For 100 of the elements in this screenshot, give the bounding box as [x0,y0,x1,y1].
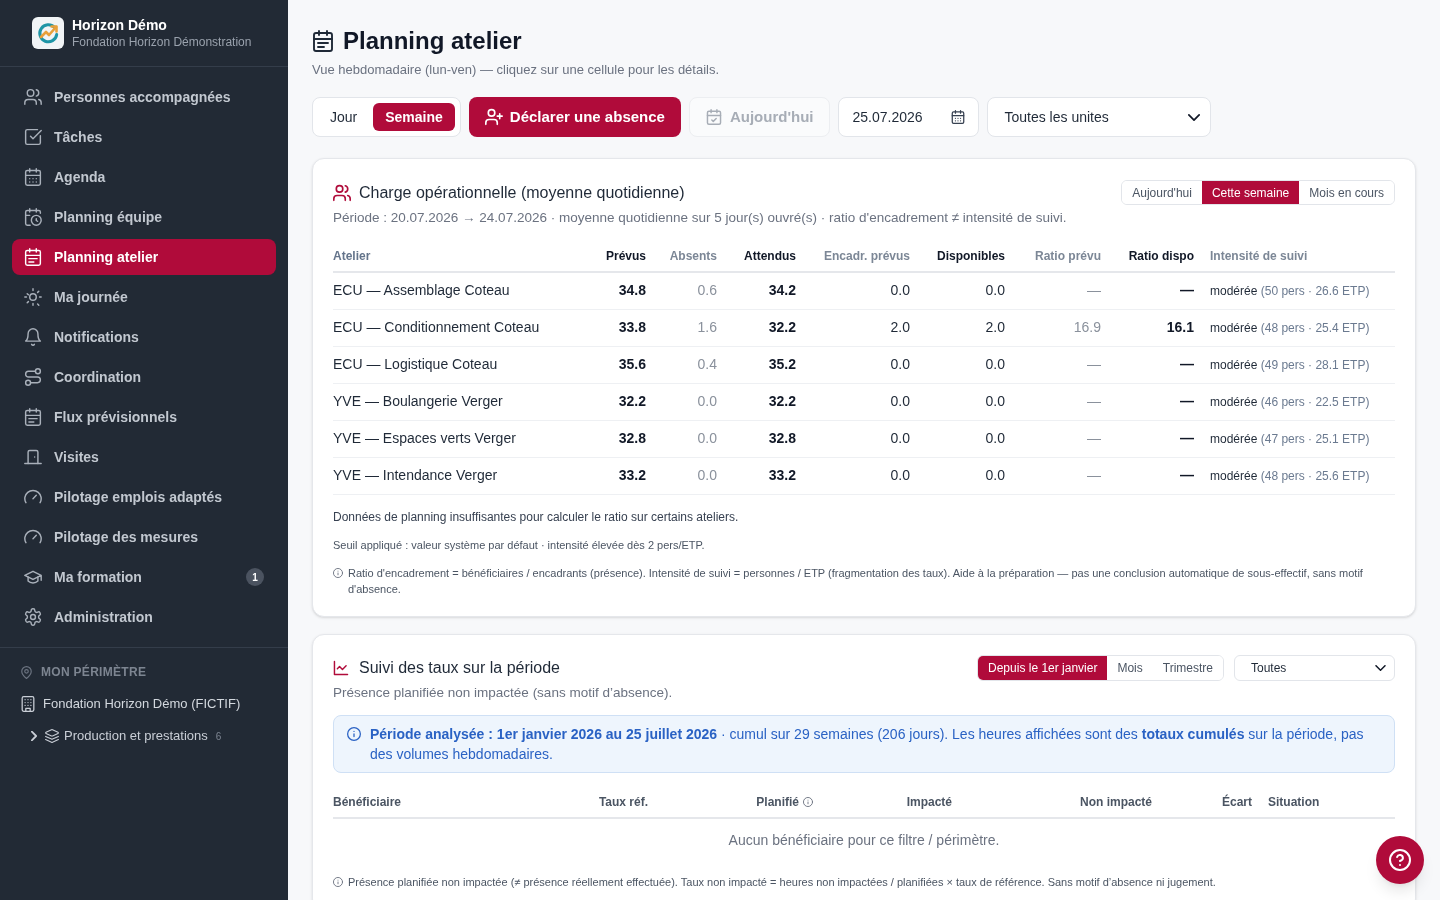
column-header: Intensité de suivi [1202,240,1395,272]
table-cell: 0.0 [918,383,1013,420]
nav-item[interactable]: Planning équipe [12,199,276,235]
calendar-icon [24,408,42,426]
help-icon [1389,849,1411,871]
brand-title: Horizon Démo [72,16,168,34]
table-cell: — [1109,272,1202,309]
table-cell: — [1013,457,1109,494]
nav-item[interactable]: Tâches [12,119,276,155]
period-tab[interactable]: Depuis le 1er janvier [978,655,1108,680]
view-tab[interactable]: Semaine [373,103,455,131]
table-cell: — [1013,383,1109,420]
table-cell: 16.9 [1013,309,1109,346]
date-field[interactable]: 25.07.2026 [838,97,980,137]
range-tab[interactable]: Cette semaine [1201,181,1300,204]
column-header: Atelier [333,240,584,272]
table-cell: 2.0 [804,309,918,346]
banner-text: Période analysée : 1er janvier 2026 au 25 juillet 2026 · cumul sur 29 semaines (206 jours). Les heures affichées sont des totaux cumulés sur la période, pas des volumes hebdomadaires. [370,724,1365,764]
unit-label[interactable]: Production et prestations [64,726,208,746]
app-logo [32,17,64,49]
nav-item[interactable]: Personnes accompagnées [12,79,276,115]
chevron-down-icon [1375,664,1386,671]
table-cell: modérée (47 pers · 25.1 ETP) [1202,420,1395,457]
nav-item[interactable]: Planning atelier [12,239,276,275]
info-icon [333,567,343,578]
table-cell: 0.0 [804,272,918,309]
unit-count: 6 [215,729,222,744]
table-cell: 33.2 [725,457,804,494]
table-cell: YVE — Intendance Verger [333,457,584,494]
card-title: Charge opérationnelle (moyenne quotidienne) [359,182,685,203]
nav-item[interactable]: Ma formation 1 [12,559,276,595]
table-cell: — [1109,457,1202,494]
page-title: Planning atelier [343,26,522,56]
table-cell: 0.0 [654,383,725,420]
table-cell: 35.2 [725,346,804,383]
table-cell: 1.6 [654,309,725,346]
table-cell: 32.8 [584,420,654,457]
info-icon [333,876,343,887]
column-header: Bénéficiaire [333,795,402,809]
table-cell: 0.4 [654,346,725,383]
table-cell: modérée (48 pers · 25.6 ETP) [1202,457,1395,494]
column-header: Planifié [756,795,799,809]
unit-select[interactable]: Toutes les unites [987,97,1212,137]
section-heading: MON PÉRIMÈTRE [41,663,147,681]
map-pin-icon [20,665,33,679]
filter-select[interactable]: Toutes [1234,654,1395,681]
column-header: Non impacté [1080,795,1152,809]
calendar-icon [24,168,42,186]
organization-name: Fondation Horizon Démo (FICTIF) [43,695,241,714]
nav-item[interactable]: Visites [12,439,276,475]
checkbox-icon [24,128,42,146]
table-cell: modérée (46 pers · 22.5 ETP) [1202,383,1395,420]
table-cell: 34.8 [584,272,654,309]
calendar-icon[interactable] [951,110,966,124]
table-cell: 32.8 [725,420,804,457]
card-subtitle: Présence planifiée non impactée (sans motif d’absence). [333,683,674,702]
gauge-icon [24,488,42,506]
view-tab[interactable]: Jour [318,103,370,131]
nav-item[interactable]: Agenda [12,159,276,195]
nav-item[interactable]: Notifications [12,319,276,355]
chevron-down-icon [1188,113,1201,121]
table-cell: — [1109,346,1202,383]
column-header: Absents [654,240,725,272]
column-header: Situation [1268,795,1320,809]
count-badge: 1 [246,568,264,586]
line-chart-icon [333,659,349,676]
column-header: Écart [1221,795,1252,809]
nav-item[interactable]: Administration [12,599,276,635]
calendar-check-icon [705,109,722,125]
layers-icon [45,729,59,743]
table-cell: modérée (49 pers · 28.1 ETP) [1202,346,1395,383]
table-cell: ECU — Logistique Coteau [333,346,584,383]
table-cell: modérée (50 pers · 26.6 ETP) [1202,272,1395,309]
building-icon [20,696,36,712]
column-header: Ratio prévu [1013,240,1109,272]
table-cell: — [1109,383,1202,420]
table-cell: 0.0 [918,457,1013,494]
table-cell: 0.0 [654,420,725,457]
column-header: Encadr. prévus [804,240,918,272]
gauge-icon [24,528,42,546]
chevron-right-icon[interactable] [31,731,37,741]
declare-absence-button[interactable]: Déclarer une absence [468,97,681,137]
nav-item[interactable]: Coordination [12,359,276,395]
table-cell: — [1013,346,1109,383]
nav-item[interactable]: Pilotage des mesures [12,519,276,555]
info-icon [347,726,361,741]
sun-icon [24,288,42,306]
route-icon [24,368,42,386]
user-plus-icon [484,108,503,126]
graduation-cap-icon [24,568,42,586]
nav-item[interactable]: Ma journée [12,279,276,315]
nav-item[interactable]: Flux prévisionnels [12,399,276,435]
nav-item[interactable]: Pilotage emplois adaptés [12,479,276,515]
note-text: Données de planning insuffisantes pour calculer le ratio sur certains ateliers. [333,508,740,525]
table-cell: 0.0 [804,346,918,383]
calendar-clock-icon [24,208,42,226]
column-header: Taux réf. [598,795,648,809]
settings-icon [24,608,42,626]
table-cell: — [1013,420,1109,457]
door-icon [24,448,42,466]
